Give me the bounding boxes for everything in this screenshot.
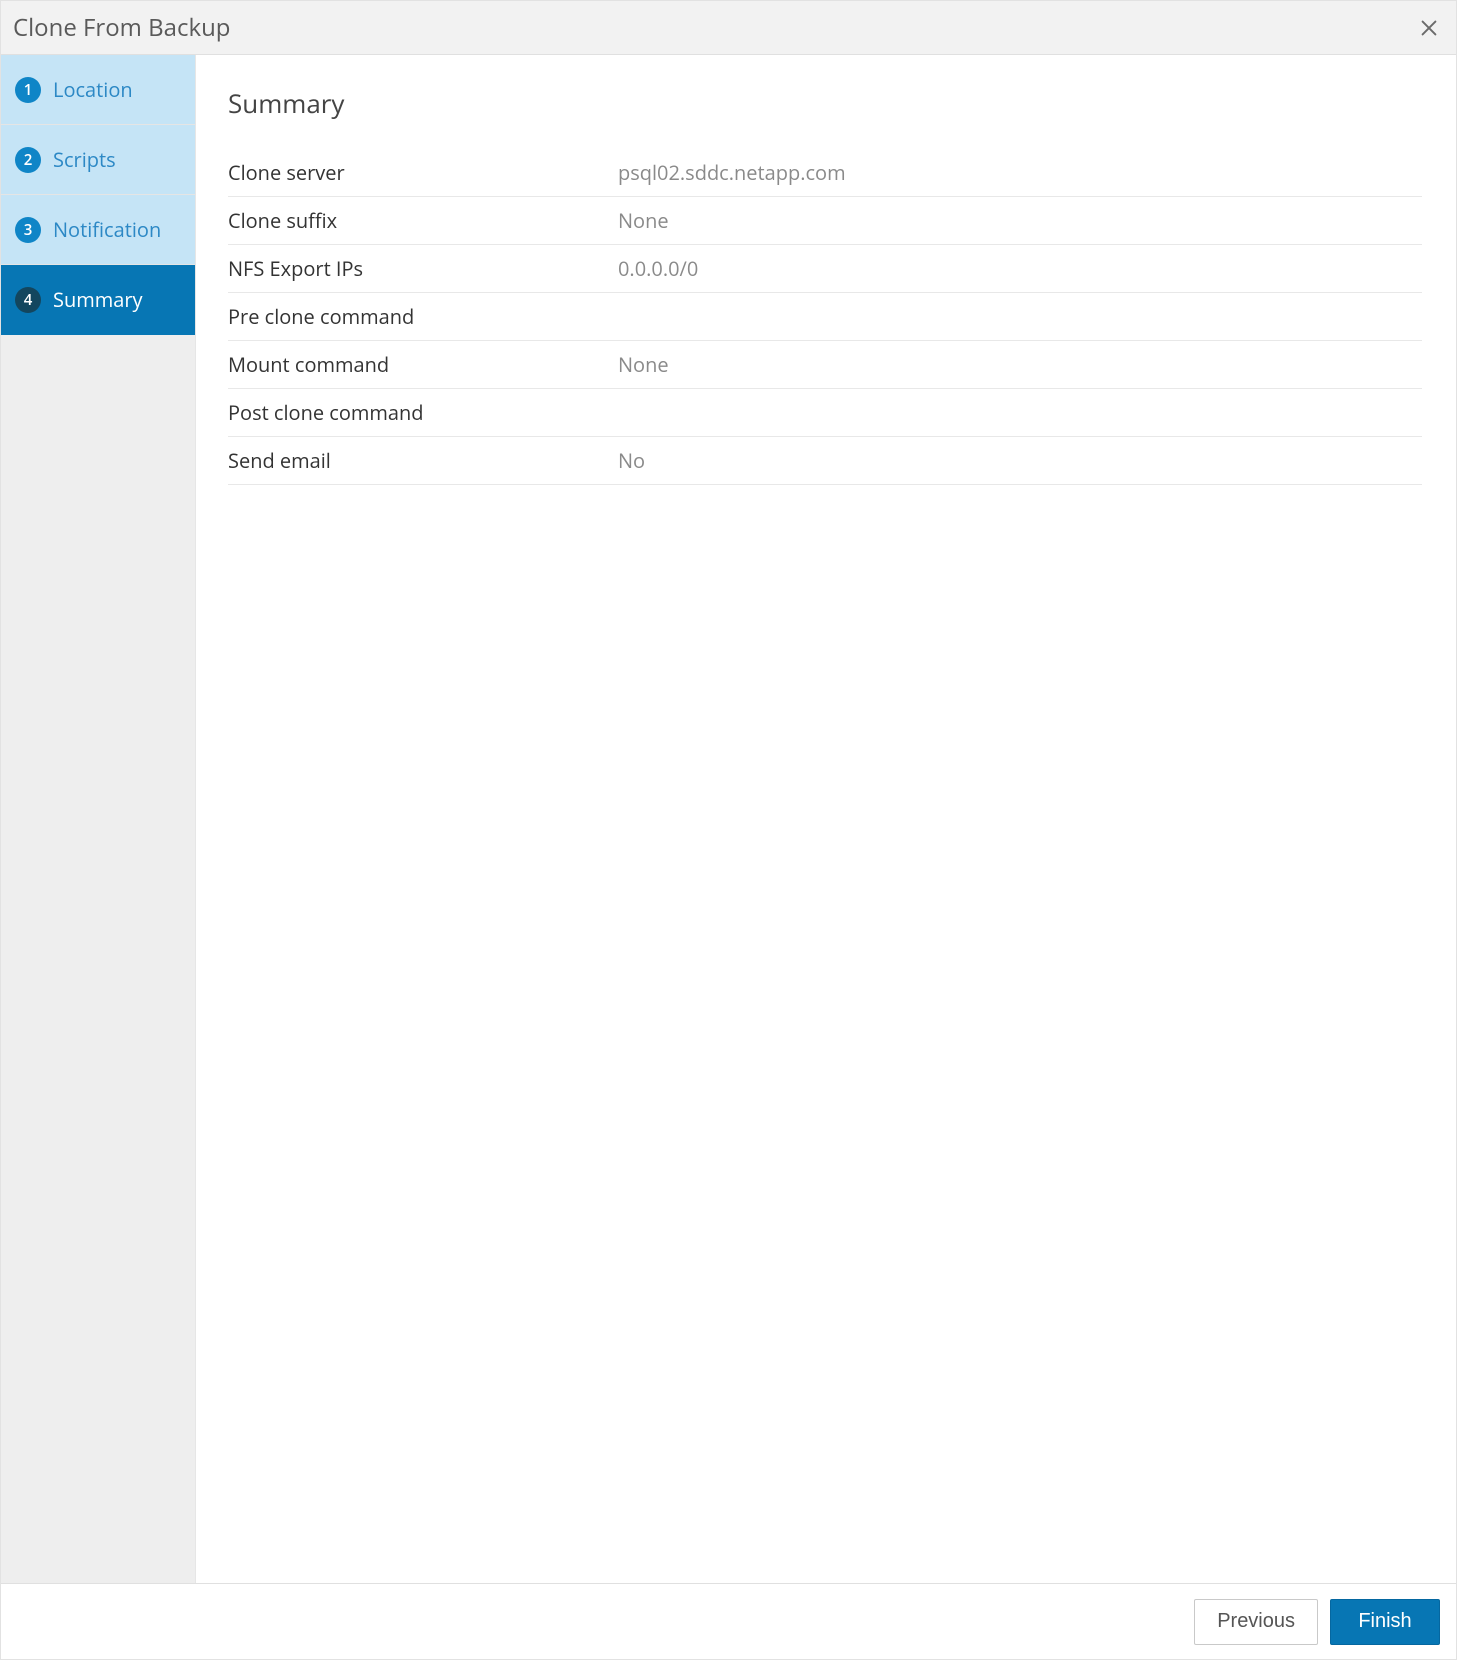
dialog-header: Clone From Backup	[1, 1, 1456, 55]
summary-value: None	[618, 207, 1422, 234]
step-number: 4	[15, 287, 41, 313]
sidebar-step-notification[interactable]: 3 Notification	[1, 195, 195, 265]
main-content: Summary Clone server psql02.sddc.netapp.…	[195, 55, 1456, 1583]
summary-label: Clone suffix	[228, 207, 618, 234]
summary-label: Pre clone command	[228, 303, 618, 330]
step-number: 3	[15, 217, 41, 243]
finish-button[interactable]: Finish	[1330, 1599, 1440, 1645]
previous-button[interactable]: Previous	[1194, 1599, 1318, 1645]
close-icon[interactable]	[1418, 17, 1440, 39]
summary-label: Post clone command	[228, 399, 618, 426]
summary-value: 0.0.0.0/0	[618, 255, 1422, 282]
step-number: 2	[15, 147, 41, 173]
summary-row-clone-server: Clone server psql02.sddc.netapp.com	[228, 149, 1422, 197]
dialog-body: 1 Location 2 Scripts 3 Notification 4 Su…	[1, 55, 1456, 1583]
summary-value: None	[618, 351, 1422, 378]
summary-label: Clone server	[228, 159, 618, 186]
summary-value	[618, 399, 1422, 426]
summary-label: Mount command	[228, 351, 618, 378]
summary-value: No	[618, 447, 1422, 474]
step-number: 1	[15, 77, 41, 103]
summary-value	[618, 303, 1422, 330]
dialog-footer: Previous Finish	[1, 1583, 1456, 1659]
step-label: Scripts	[53, 146, 116, 173]
summary-row-clone-suffix: Clone suffix None	[228, 197, 1422, 245]
sidebar-spacer	[1, 335, 195, 1583]
sidebar-step-summary[interactable]: 4 Summary	[1, 265, 195, 335]
summary-value: psql02.sddc.netapp.com	[618, 159, 1422, 186]
summary-row-send-email: Send email No	[228, 437, 1422, 485]
clone-from-backup-dialog: Clone From Backup 1 Location 2 Scripts 3…	[0, 0, 1457, 1660]
page-title: Summary	[228, 85, 1422, 121]
dialog-title: Clone From Backup	[13, 11, 230, 44]
sidebar-step-location[interactable]: 1 Location	[1, 55, 195, 125]
step-label: Notification	[53, 216, 161, 243]
summary-label: NFS Export IPs	[228, 255, 618, 282]
summary-label: Send email	[228, 447, 618, 474]
step-label: Summary	[53, 286, 143, 313]
step-label: Location	[53, 76, 133, 103]
summary-row-pre-clone-command: Pre clone command	[228, 293, 1422, 341]
summary-row-nfs-export-ips: NFS Export IPs 0.0.0.0/0	[228, 245, 1422, 293]
wizard-sidebar: 1 Location 2 Scripts 3 Notification 4 Su…	[1, 55, 195, 1583]
sidebar-step-scripts[interactable]: 2 Scripts	[1, 125, 195, 195]
summary-row-post-clone-command: Post clone command	[228, 389, 1422, 437]
summary-table: Clone server psql02.sddc.netapp.com Clon…	[228, 149, 1422, 485]
summary-row-mount-command: Mount command None	[228, 341, 1422, 389]
